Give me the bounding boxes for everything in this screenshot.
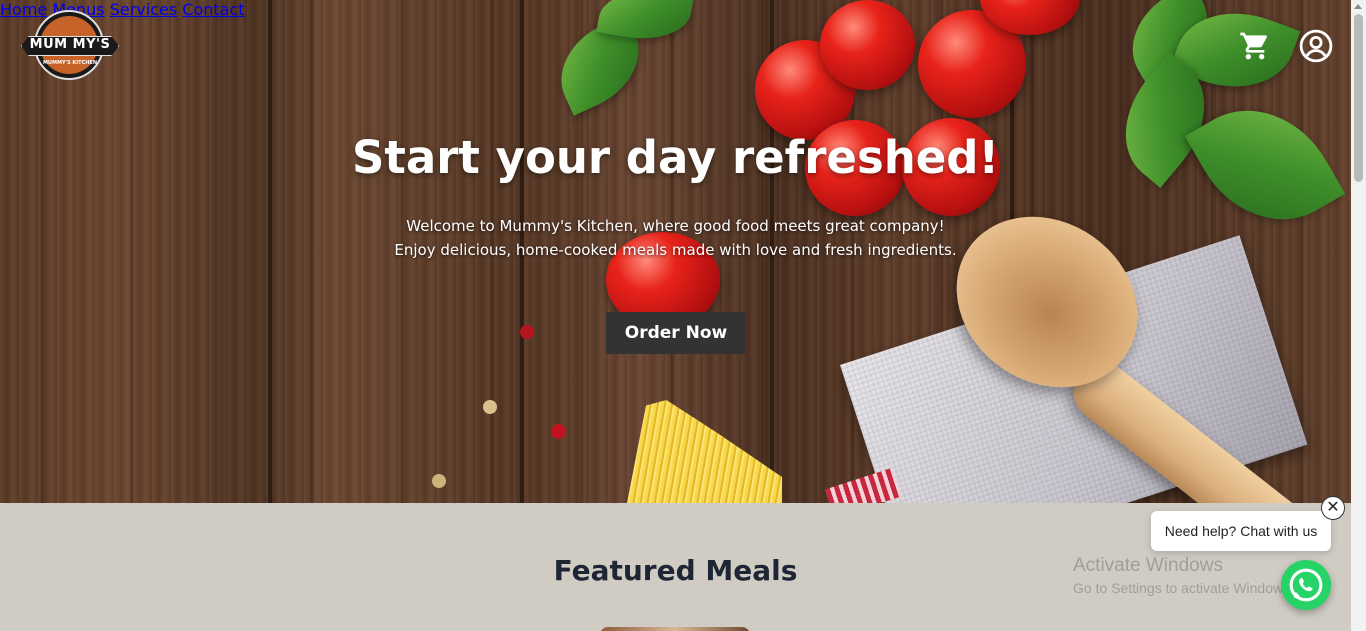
whatsapp-icon [1289,568,1323,602]
nav-services[interactable]: Services [110,0,177,19]
activate-windows-title: Activate Windows [1073,555,1223,576]
logo-subtitle: MUMMY'S KITCHEN [42,60,98,66]
page-scrollbar[interactable] [1351,0,1366,631]
peppercorn [483,400,497,414]
cart-icon[interactable] [1239,30,1271,62]
order-now-button[interactable]: Order Now [606,312,746,354]
chat-close-button[interactable]: ✕ [1321,496,1345,520]
whatsapp-chat-button[interactable] [1281,560,1331,610]
scroll-up-arrow[interactable] [1354,4,1362,9]
peppercorn [432,474,446,488]
towel-stripe [825,467,901,503]
tomato [820,0,915,90]
nav-contact[interactable]: Contact [182,0,244,19]
peppercorn [551,424,566,439]
spaghetti-bundle [625,400,782,503]
hero-banner: MUM MY'S MUMMY'S KITCHEN Home Menus Serv… [0,0,1351,503]
scrollbar-thumb[interactable] [1354,14,1363,182]
logo-wordmark: MUM MY'S [29,37,111,52]
user-account-icon[interactable] [1299,29,1333,63]
peppercorn [520,325,534,339]
chat-help-bubble[interactable]: Need help? Chat with us [1151,511,1331,551]
hero-intro-line-1: Welcome to Mummy's Kitchen, where good f… [406,217,945,235]
featured-meal-image[interactable] [600,627,750,631]
brand-logo[interactable]: MUM MY'S MUMMY'S KITCHEN [21,10,119,80]
activate-windows-subtitle: Go to Settings to activate Windows. [1073,580,1294,596]
hero-title: Start your day refreshed! [351,131,1000,184]
hero-intro-line-2: Enjoy delicious, home-cooked meals made … [394,241,957,259]
